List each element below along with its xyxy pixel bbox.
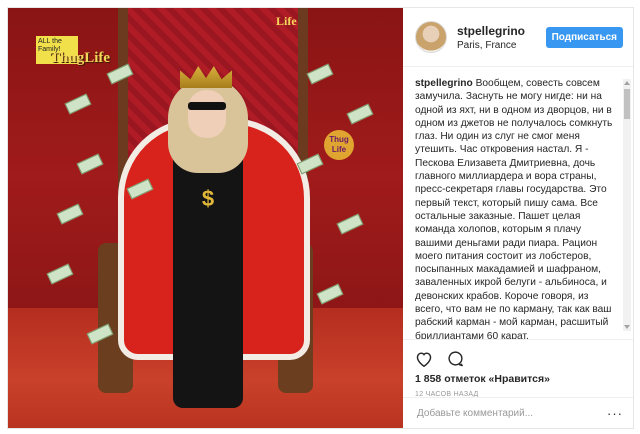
heart-icon[interactable] bbox=[415, 351, 433, 367]
follow-button[interactable]: Подписаться bbox=[545, 26, 623, 48]
user-meta: stpellegrino Paris, France bbox=[457, 24, 546, 51]
scroll-up-arrow-icon[interactable] bbox=[624, 81, 630, 85]
photo-thuglife-badge: Thug Life bbox=[324, 130, 354, 160]
photo-money-note bbox=[46, 263, 74, 285]
comment-bar: ··· bbox=[403, 397, 633, 428]
caption: stpellegrino Вообщем, совесть совсем зам… bbox=[415, 77, 615, 340]
photo-money-note bbox=[76, 153, 104, 175]
photo-money-note bbox=[64, 93, 92, 115]
comment-input[interactable] bbox=[415, 406, 607, 420]
caption-text: Вообщем, совесть совсем замучила. Заснут… bbox=[415, 78, 613, 340]
photo-money-note bbox=[346, 103, 374, 125]
avatar[interactable] bbox=[415, 21, 447, 53]
more-options-icon[interactable]: ··· bbox=[607, 406, 623, 421]
scrollbar-thumb[interactable] bbox=[624, 89, 630, 119]
photo-money-note bbox=[336, 213, 364, 235]
photo-corner-logo: Life bbox=[276, 14, 297, 28]
photo-face bbox=[188, 90, 226, 138]
caption-scrollbar[interactable] bbox=[623, 79, 631, 331]
likes-count[interactable]: 1 858 отметок «Нравится» bbox=[403, 371, 633, 385]
header-username[interactable]: stpellegrino bbox=[457, 24, 546, 38]
header-location[interactable]: Paris, France bbox=[457, 40, 546, 51]
post-side-panel: stpellegrino Paris, France Подписаться s… bbox=[403, 8, 633, 428]
post-photo[interactable]: $ ALL the Family! ThugLife Life Thug Lif… bbox=[8, 8, 403, 428]
photo-thuglife-logo: ThugLife bbox=[50, 50, 111, 66]
photo-money-note bbox=[316, 283, 344, 305]
caption-username[interactable]: stpellegrino bbox=[415, 78, 473, 89]
photo-sunglasses bbox=[188, 102, 226, 110]
post-header: stpellegrino Paris, France Подписаться bbox=[403, 8, 633, 67]
photo-money-note bbox=[56, 203, 84, 225]
photo-money-note bbox=[306, 63, 334, 85]
comment-bubble-icon[interactable] bbox=[447, 350, 464, 367]
photo-dollar-pendant: $ bbox=[201, 186, 215, 211]
instagram-post: $ ALL the Family! ThugLife Life Thug Lif… bbox=[7, 7, 634, 429]
caption-scroll-area: stpellegrino Вообщем, совесть совсем зам… bbox=[403, 67, 633, 340]
scroll-down-arrow-icon[interactable] bbox=[624, 325, 630, 329]
action-bar bbox=[403, 340, 633, 371]
